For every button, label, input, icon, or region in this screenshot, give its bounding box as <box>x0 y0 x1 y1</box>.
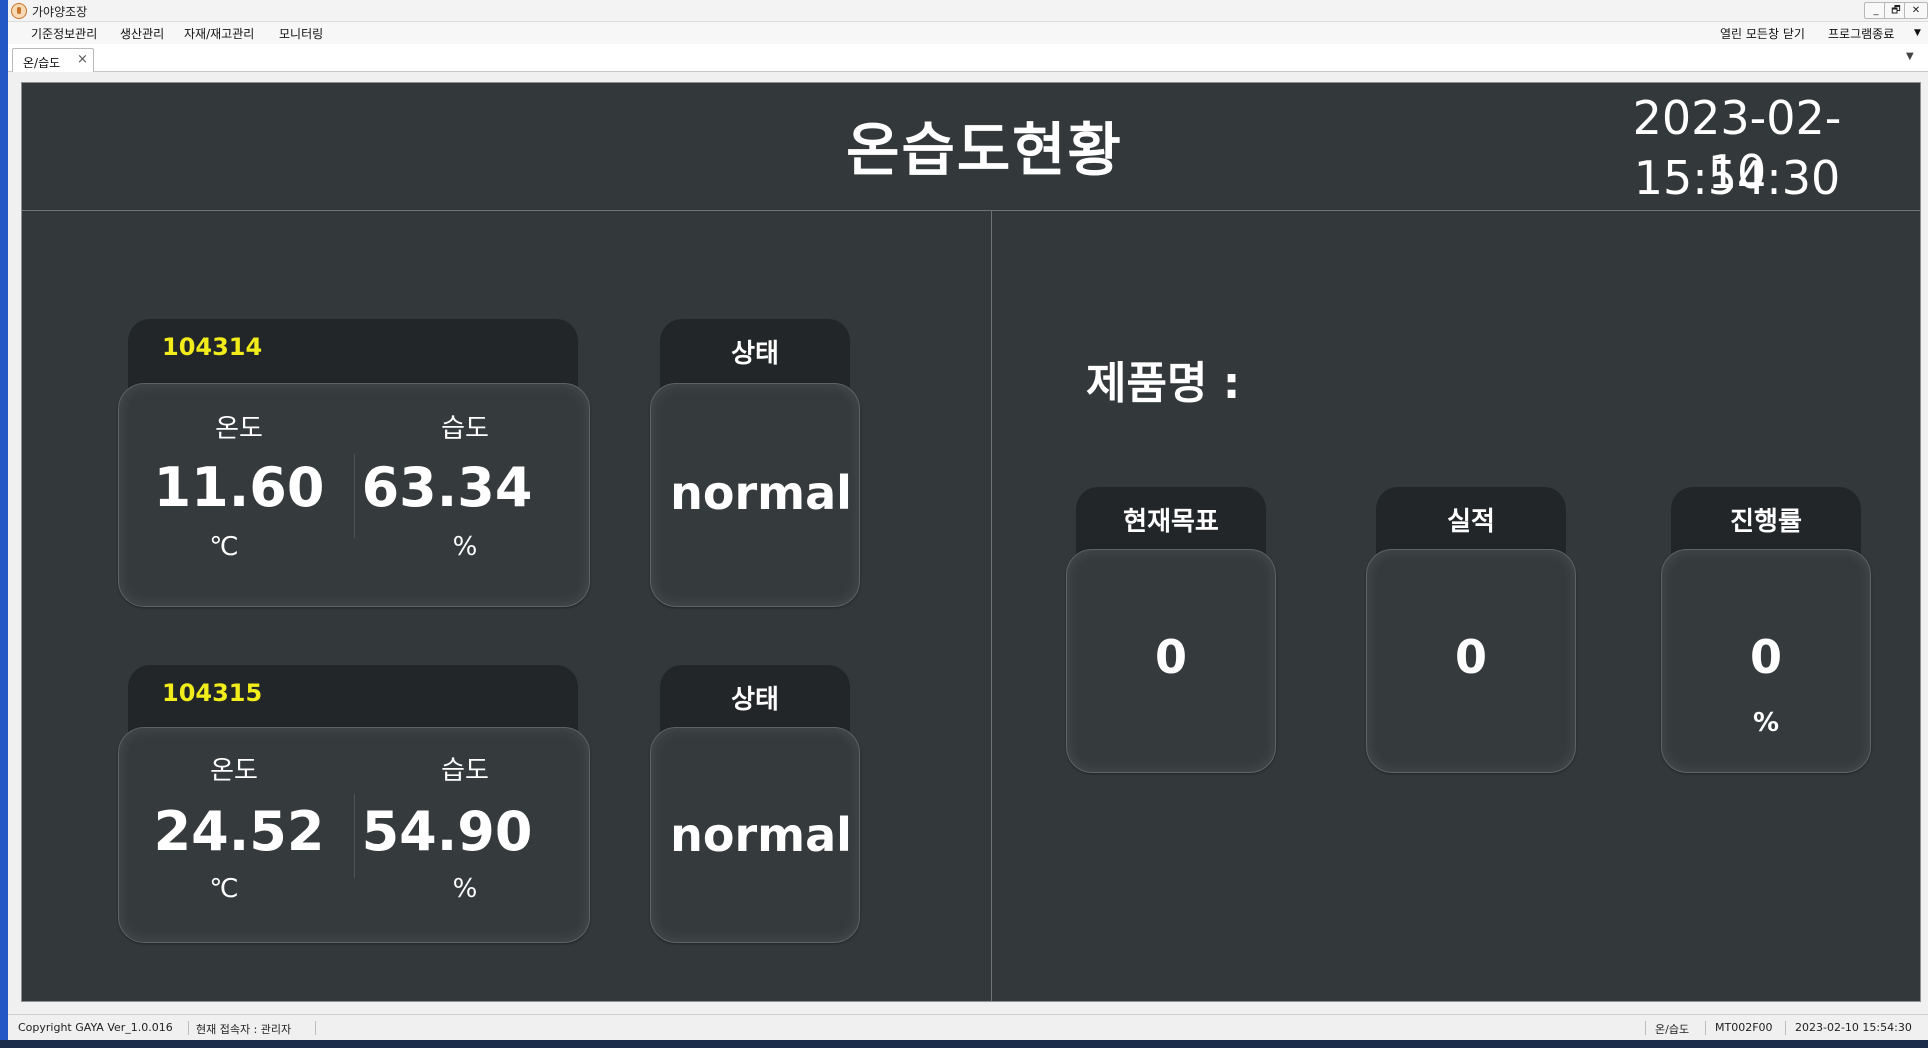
separator <box>188 1021 189 1035</box>
status-card: normal <box>650 383 860 607</box>
menu-master-data[interactable]: 기준정보관리 <box>31 25 97 42</box>
kpi-header: 실적 <box>1376 487 1566 557</box>
window-title: 가야양조장 <box>32 5 88 19</box>
temperature-label: 온도 <box>210 756 258 786</box>
current-user: 현재 접속자 : 관리자 <box>196 1023 292 1036</box>
reading-divider <box>354 794 355 878</box>
panel-divider <box>991 211 992 1001</box>
tab-label: 온/습도 <box>23 56 61 70</box>
close-button[interactable]: ✕ <box>1904 2 1928 19</box>
humidity-unit: % <box>452 874 478 904</box>
status-bar: Copyright GAYA Ver_1.0.016 현재 접속자 : 관리자 … <box>8 1014 1928 1040</box>
actual-value: 0 <box>1454 630 1487 684</box>
sensor-reading-card: 온도 습도 11.60 63.34 ℃ % <box>118 383 590 607</box>
chevron-down-icon[interactable]: ▼ <box>1914 28 1921 38</box>
dashboard-header: 온습도현황 2023-02-10 15:54:30 <box>22 83 1920 211</box>
title-bar: 가야양조장 _ 🗗 ✕ <box>8 0 1928 22</box>
status-header: 상태 <box>660 319 850 389</box>
app-window: 가야양조장 _ 🗗 ✕ 기준정보관리 생산관리 자재/재고관리 모니터링 열린 … <box>8 0 1928 1040</box>
menu-bar: 기준정보관리 생산관리 자재/재고관리 모니터링 열린 모든창 닫기 프로그램종… <box>8 22 1928 44</box>
current-time: 15:54:30 <box>1633 151 1841 205</box>
menu-monitoring[interactable]: 모니터링 <box>279 25 323 42</box>
kpi-header: 진행률 <box>1671 487 1861 557</box>
status-header: 상태 <box>660 665 850 735</box>
progress-label: 진행률 <box>1730 507 1802 537</box>
progress-value: 0 <box>1749 630 1782 684</box>
target-label: 현재목표 <box>1123 507 1219 537</box>
target-card: 0 <box>1066 549 1276 773</box>
sensor-id: 104314 <box>162 333 263 361</box>
sensor-reading-card: 온도 습도 24.52 54.90 ℃ % <box>118 727 590 943</box>
taskbar <box>0 1040 1928 1048</box>
document-tab-strip: 온/습도 × ▼ <box>8 44 1928 72</box>
dashboard-panel: 온습도현황 2023-02-10 15:54:30 104314 온도 습도 1… <box>21 82 1921 1002</box>
actual-card: 0 <box>1366 549 1576 773</box>
target-value: 0 <box>1154 630 1187 684</box>
menu-production[interactable]: 생산관리 <box>120 25 164 42</box>
kpi-header: 현재목표 <box>1076 487 1266 557</box>
product-name-label: 제품명 : <box>1086 358 1241 409</box>
progress-card: 0 % <box>1661 549 1871 773</box>
sensor-header: 104315 <box>128 665 578 735</box>
humidity-value: 54.90 <box>361 800 533 863</box>
separator <box>1705 1021 1706 1035</box>
humidity-value: 63.34 <box>361 456 533 519</box>
chevron-down-icon[interactable]: ▼ <box>1906 51 1914 62</box>
temperature-value: 24.52 <box>153 800 325 863</box>
exit-program-button[interactable]: 프로그램종료 <box>1828 25 1894 42</box>
humidity-unit: % <box>452 532 478 562</box>
close-all-windows-button[interactable]: 열린 모든창 닫기 <box>1720 25 1805 42</box>
status-label: 상태 <box>731 339 779 369</box>
temperature-unit: ℃ <box>209 532 239 562</box>
status-card: normal <box>650 727 860 943</box>
close-icon[interactable]: × <box>77 52 88 67</box>
progress-unit: % <box>1752 708 1780 738</box>
current-screen: 온/습도 <box>1655 1023 1690 1036</box>
reading-divider <box>354 454 355 538</box>
menu-inventory[interactable]: 자재/재고관리 <box>184 25 254 42</box>
app-logo-icon <box>11 3 27 19</box>
sensor-id: 104315 <box>162 679 263 707</box>
tab-temp-humidity[interactable]: 온/습도 × <box>12 48 94 72</box>
status-value: normal <box>670 466 852 520</box>
separator <box>1645 1021 1646 1035</box>
temperature-value: 11.60 <box>153 456 325 519</box>
temperature-unit: ℃ <box>209 874 239 904</box>
separator <box>315 1021 316 1035</box>
humidity-label: 습도 <box>441 756 489 786</box>
humidity-label: 습도 <box>441 414 489 444</box>
actual-label: 실적 <box>1447 507 1495 537</box>
sensor-header: 104314 <box>128 319 578 389</box>
screen-code: MT002F00 <box>1715 1021 1773 1034</box>
status-timestamp: 2023-02-10 15:54:30 <box>1795 1021 1912 1034</box>
desktop-edge <box>0 0 8 1048</box>
separator <box>1785 1021 1786 1035</box>
status-value: normal <box>670 808 852 862</box>
temperature-label: 온도 <box>215 414 263 444</box>
status-label: 상태 <box>731 685 779 715</box>
copyright-text: Copyright GAYA Ver_1.0.016 <box>18 1021 173 1034</box>
